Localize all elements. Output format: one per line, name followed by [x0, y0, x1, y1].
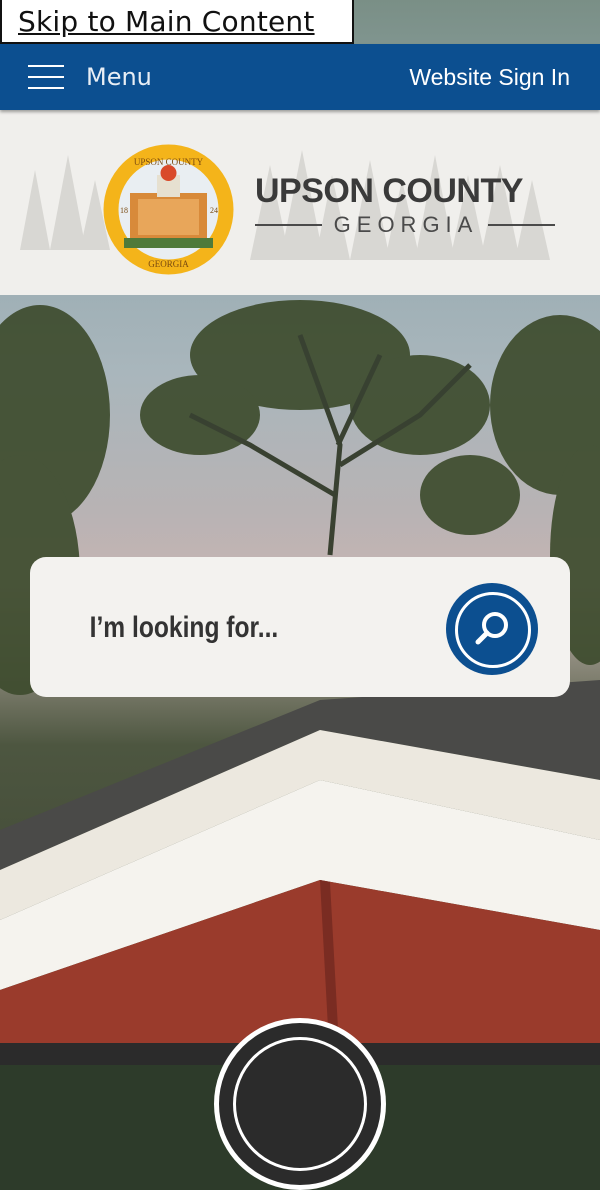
courthouse-roof-image	[0, 680, 600, 1065]
logo-title: UPSON COUNTY	[255, 172, 523, 210]
seal-year-right: 24	[210, 206, 218, 215]
skip-to-main-content-link[interactable]: Skip to Main Content	[0, 0, 354, 44]
seal-bottom-text: GEORGIA	[148, 259, 189, 269]
bottom-emblem-icon[interactable]	[214, 1018, 386, 1190]
search-input[interactable]	[88, 601, 362, 655]
site-logo-banner[interactable]: UPSON COUNTY GEORGIA 18 24 UPSON COUNTY …	[0, 110, 600, 295]
menu-button[interactable]: Menu	[28, 44, 152, 110]
logo-subtitle: GEORGIA	[255, 212, 555, 238]
search-button[interactable]	[446, 583, 538, 675]
search-panel	[30, 557, 570, 697]
search-icon	[475, 612, 508, 645]
top-navigation-bar: Menu Website Sign In	[0, 44, 600, 110]
hamburger-icon	[28, 65, 64, 89]
seal-top-text: UPSON COUNTY	[134, 157, 204, 167]
menu-label: Menu	[86, 63, 152, 91]
seal-year-left: 18	[120, 206, 128, 215]
website-sign-in-link[interactable]: Website Sign In	[409, 44, 570, 110]
logo-subtitle-text: GEORGIA	[333, 212, 479, 237]
county-seal-logo: UPSON COUNTY GEORGIA 18 24	[103, 144, 234, 275]
